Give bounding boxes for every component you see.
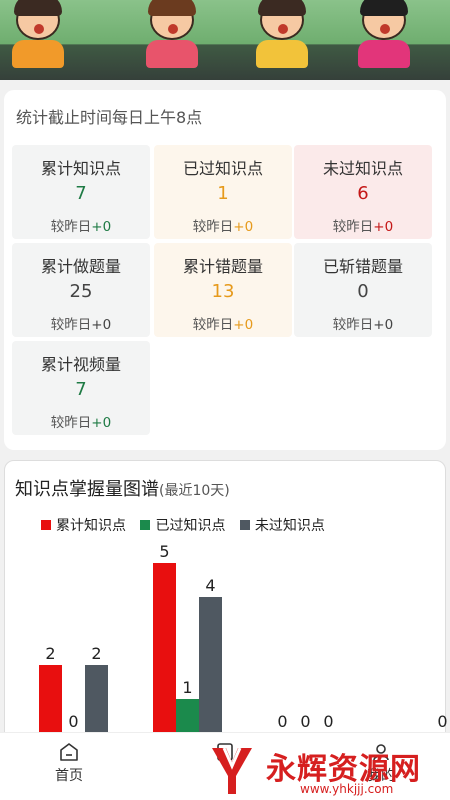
bar-value-label: 0 [68, 712, 78, 731]
bar[interactable] [39, 665, 62, 733]
tile-total-knowledge[interactable]: 累计知识点 7 较昨日+0 [12, 145, 150, 239]
bar-value-label: 0 [323, 712, 333, 731]
tile-value: 6 [357, 183, 369, 204]
tile-label: 已斩错题量 [322, 257, 403, 276]
tile-failed-knowledge[interactable]: 未过知识点 6 较昨日+0 [294, 145, 432, 239]
tile-delta: 较昨日+0 [332, 219, 394, 235]
watermark-url: www.yhkjjj.com [300, 782, 394, 796]
nav-item-home[interactable]: 首页 [24, 733, 114, 800]
nav-label: 首页 [55, 768, 83, 784]
tile-value: 1 [217, 183, 229, 204]
bar-value-label: 0 [300, 712, 310, 731]
bar-value-label: 5 [159, 542, 169, 561]
tile-label: 累计错题量 [182, 257, 263, 276]
tile-delta: 较昨日+0 [50, 219, 112, 235]
tile-value: 0 [357, 281, 369, 302]
bar-value-label: 2 [91, 644, 101, 663]
tile-value: 7 [75, 379, 87, 400]
tile-label: 累计知识点 [40, 159, 121, 178]
home-icon [60, 743, 78, 761]
tile-value: 13 [211, 281, 235, 302]
tile-value: 25 [69, 281, 93, 302]
tile-passed-knowledge[interactable]: 已过知识点 1 较昨日+0 [154, 145, 292, 239]
tile-delta: 较昨日+0 [50, 317, 112, 333]
bar[interactable] [153, 563, 176, 733]
cartoon-child [140, 0, 202, 72]
knowledge-chart-card: 知识点掌握量图谱(最近10天) 累计知识点 已过知识点 未过知识点 250010… [4, 460, 447, 760]
tile-label: 累计视频量 [40, 355, 121, 374]
tile-delta: 较昨日+0 [332, 317, 394, 333]
bar-value-label: 1 [182, 678, 192, 697]
watermark: 永辉资源网 www.yhkjjj.com [200, 738, 450, 800]
tile-label: 累计做题量 [40, 257, 121, 276]
cartoon-child [250, 0, 312, 72]
tile-delta: 较昨日+0 [50, 415, 112, 431]
tile-value: 7 [75, 183, 87, 204]
bar[interactable] [85, 665, 108, 733]
tile-cleared-wrong[interactable]: 已斩错题量 0 较昨日+0 [294, 243, 432, 337]
tile-total-questions[interactable]: 累计做题量 25 较昨日+0 [12, 243, 150, 337]
tile-label: 已过知识点 [182, 159, 263, 178]
cartoon-child [6, 0, 68, 72]
bar-chart: 250010240 0 [39, 542, 447, 733]
tile-total-wrong[interactable]: 累计错题量 13 较昨日+0 [154, 243, 292, 337]
banner-illustration [0, 0, 450, 80]
bar-value-label: 0 [277, 712, 287, 731]
bar-value-label: 4 [205, 576, 215, 595]
tile-label: 未过知识点 [322, 159, 403, 178]
tile-total-videos[interactable]: 累计视频量 7 较昨日+0 [12, 341, 150, 435]
bar-value-label: 2 [45, 644, 55, 663]
cartoon-child [352, 0, 414, 72]
watermark-logo-icon [212, 747, 252, 794]
bar[interactable] [199, 597, 222, 733]
tile-delta: 较昨日+0 [192, 317, 254, 333]
tile-delta: 较昨日+0 [192, 219, 254, 235]
statistics-card: 统计截止时间每日上午8点 累计知识点 7 较昨日+0 已过知识点 1 较昨日+0… [4, 90, 446, 450]
stats-cutoff-note: 统计截止时间每日上午8点 [16, 108, 203, 127]
bar-value-label: 0 [437, 712, 447, 731]
bar[interactable] [176, 699, 199, 733]
